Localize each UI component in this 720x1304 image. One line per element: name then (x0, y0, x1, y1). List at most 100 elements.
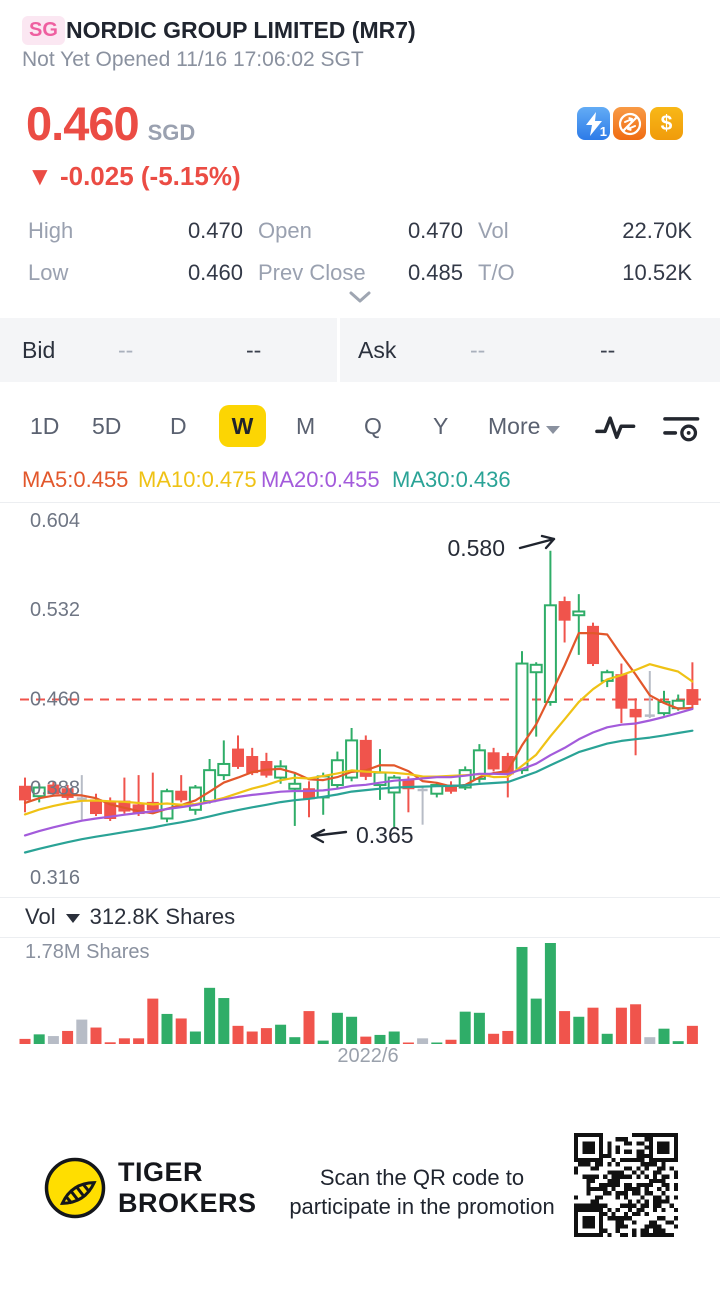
qr-module (661, 1166, 666, 1171)
qr-module (632, 1228, 637, 1233)
qr-module (644, 1145, 649, 1150)
x-axis-tick-label: 2022/6 (337, 1045, 399, 1067)
quote-stats: High 0.470 Open 0.470 Vol 22.70K Low 0.460 P… (28, 210, 692, 294)
last-price: 0.460 (26, 97, 140, 150)
qr-module (661, 1145, 666, 1150)
qr-module (586, 1220, 591, 1225)
qr-module (644, 1166, 649, 1171)
qr-module (615, 1162, 620, 1167)
qr-module (590, 1224, 595, 1229)
qr-module (661, 1174, 666, 1179)
tab-1d[interactable]: 1D (30, 398, 59, 454)
no-exchange-button[interactable] (613, 107, 646, 140)
caret-down-icon (546, 426, 561, 434)
qr-module (582, 1216, 587, 1221)
qr-module (594, 1157, 599, 1163)
bid-ask-bar[interactable]: Bid -- -- Ask -- -- (0, 318, 720, 382)
stat-value: 0.460 (187, 260, 243, 285)
qr-module (590, 1199, 595, 1204)
qr-module (665, 1133, 670, 1138)
stock-detail-page: SG NORDIC GROUP LIMITED (MR7) Not Yet Op… (0, 0, 720, 1304)
qr-module (594, 1232, 599, 1237)
chart-style-button[interactable] (594, 412, 638, 447)
qr-module (657, 1149, 662, 1154)
qr-module (598, 1203, 604, 1208)
qr-module (623, 1232, 629, 1237)
qr-module (632, 1133, 637, 1138)
expand-stats-button[interactable] (344, 288, 376, 306)
volume-header[interactable]: Vol 312.8K Shares (25, 897, 235, 937)
qr-module (632, 1191, 637, 1196)
line-chart-icon (595, 416, 636, 440)
qr-module (623, 1174, 629, 1179)
tab-y[interactable]: Y (433, 398, 448, 454)
market-status: Not Yet Opened 11/16 17:06:02 SGT (22, 48, 364, 71)
qr-module (653, 1199, 658, 1204)
tab-w-active[interactable]: W (219, 405, 266, 447)
volume-bar (544, 943, 556, 1044)
qr-module (619, 1224, 624, 1229)
qr-module (607, 1149, 612, 1154)
volume-bar (573, 1016, 585, 1044)
qr-module (574, 1224, 579, 1229)
qr-module (661, 1207, 666, 1213)
tab-q[interactable]: Q (364, 398, 382, 454)
qr-module (628, 1182, 633, 1188)
qr-module (582, 1224, 587, 1229)
qr-module (644, 1162, 649, 1167)
qr-module (586, 1187, 591, 1192)
qr-module (632, 1203, 637, 1208)
qr-module (636, 1153, 641, 1158)
qr-module (590, 1141, 595, 1146)
qr-module (640, 1133, 645, 1138)
cash-promo-button[interactable]: $ (650, 107, 683, 140)
qr-module (661, 1178, 666, 1183)
candlestick-chart[interactable]: 0.604 0.532 0.460 0.388 0.316 0.580 0.365 (0, 503, 720, 897)
qr-module (574, 1141, 579, 1146)
bid-price: -- (118, 337, 134, 363)
ma-indicator-row[interactable]: MA5:0.455 MA10:0.475 MA20:0.455 MA30:0.4… (0, 458, 720, 502)
volume-bar (672, 1041, 684, 1044)
stat-label: Open (258, 218, 312, 243)
qr-module (615, 1178, 620, 1183)
qr-module (636, 1133, 641, 1138)
volume-bar (473, 1012, 485, 1044)
qr-module (636, 1149, 641, 1154)
qr-module (582, 1162, 587, 1167)
indicator-settings-button[interactable] (662, 412, 702, 447)
qr-module (648, 1149, 654, 1154)
stat-value: 0.470 (407, 218, 463, 243)
qr-module (665, 1141, 670, 1146)
tab-m[interactable]: M (296, 398, 315, 454)
qr-module (661, 1157, 666, 1163)
volume-bar (374, 1034, 386, 1044)
flash-order-button[interactable]: 1 (577, 107, 610, 140)
qr-module (615, 1195, 620, 1200)
chevron-down-icon (349, 291, 371, 303)
qr-module (644, 1153, 649, 1158)
qr-module (623, 1157, 629, 1163)
tab-d[interactable]: D (170, 398, 187, 454)
qr-module (607, 1191, 612, 1196)
qr-module (665, 1182, 670, 1188)
qr-module (603, 1228, 608, 1233)
tab-more[interactable]: More (488, 398, 561, 454)
qr-module (619, 1232, 624, 1237)
tab-5d[interactable]: 5D (92, 398, 121, 454)
y-axis-label: 0.604 (30, 510, 80, 532)
qr-module (661, 1141, 666, 1146)
qr-module (582, 1145, 587, 1150)
qr-module (644, 1137, 649, 1142)
candle-body (558, 601, 571, 621)
volume-bar (246, 1031, 258, 1044)
qr-module (665, 1145, 670, 1150)
qr-module (665, 1195, 670, 1200)
qr-module (619, 1170, 624, 1175)
qr-module (603, 1212, 608, 1217)
qr-module (607, 1170, 612, 1175)
volume-bar (76, 1019, 88, 1044)
volume-bar (232, 1025, 244, 1044)
qr-module (669, 1203, 674, 1208)
qr-module (661, 1149, 666, 1154)
qr-module (640, 1232, 645, 1237)
